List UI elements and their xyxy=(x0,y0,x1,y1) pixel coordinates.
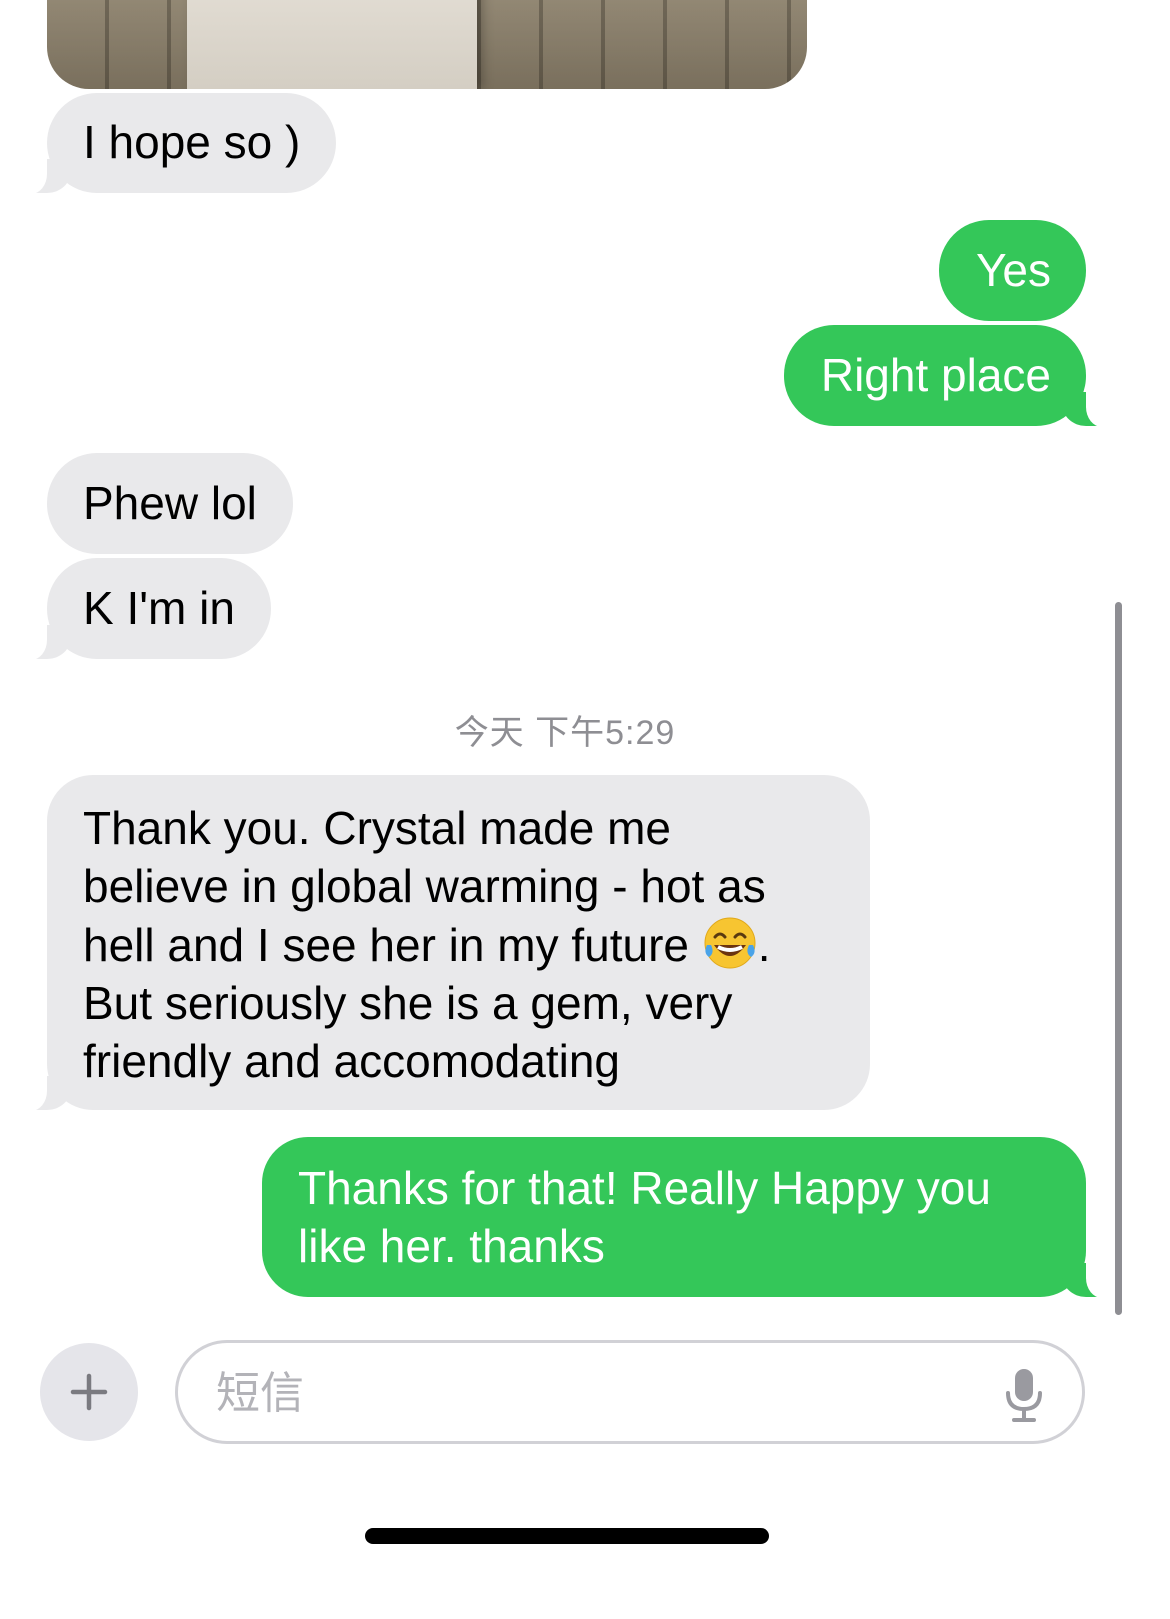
message-incoming[interactable]: I hope so ) xyxy=(18,93,337,194)
tears-of-joy-emoji xyxy=(702,915,758,971)
message-line: hell and I see her in my future xyxy=(83,919,689,971)
photo-attachment[interactable] xyxy=(47,0,807,89)
message-outgoing[interactable]: Yes xyxy=(938,220,1086,321)
message-line: like her. thanks xyxy=(298,1220,605,1272)
message-outgoing[interactable]: Thanks for that! Really Happy you like h… xyxy=(262,1137,1114,1298)
add-attachment-button[interactable] xyxy=(40,1343,138,1441)
message-text: Right place xyxy=(820,349,1051,401)
message-line: But seriously she is a gem, very xyxy=(83,977,733,1029)
message-outgoing[interactable]: Right place xyxy=(783,325,1115,427)
message-incoming[interactable]: K I'm in xyxy=(19,558,271,660)
home-indicator[interactable] xyxy=(365,1528,769,1544)
message-line: Thank you. Crystal made me xyxy=(83,802,672,854)
message-text: Thank you. Crystal made me believe in gl… xyxy=(83,799,834,1090)
message-input-container[interactable] xyxy=(175,1340,1085,1444)
timestamp: 今天 下午5:29 xyxy=(454,714,676,752)
message-incoming[interactable]: Phew lol xyxy=(47,453,293,554)
message-text: Yes xyxy=(975,244,1051,296)
message-line: Thanks for that! Really Happy you xyxy=(298,1162,991,1214)
photo-stone-block xyxy=(187,0,477,89)
message-line: believe in global warming - hot as xyxy=(83,860,766,912)
message-text: Thanks for that! Really Happy you like h… xyxy=(298,1159,1056,1275)
plus-icon xyxy=(70,1373,108,1411)
scrollbar[interactable] xyxy=(1115,602,1122,1315)
message-line: friendly and accomodating xyxy=(83,1035,620,1087)
microphone-icon[interactable] xyxy=(1004,1367,1044,1423)
message-input[interactable] xyxy=(214,1357,978,1429)
message-punctuation: . xyxy=(757,919,771,971)
message-text: K I'm in xyxy=(83,582,235,634)
message-incoming[interactable]: Thank you. Crystal made me believe in gl… xyxy=(19,775,870,1111)
message-text: Phew lol xyxy=(83,477,257,529)
message-text: I hope so ) xyxy=(83,116,301,168)
